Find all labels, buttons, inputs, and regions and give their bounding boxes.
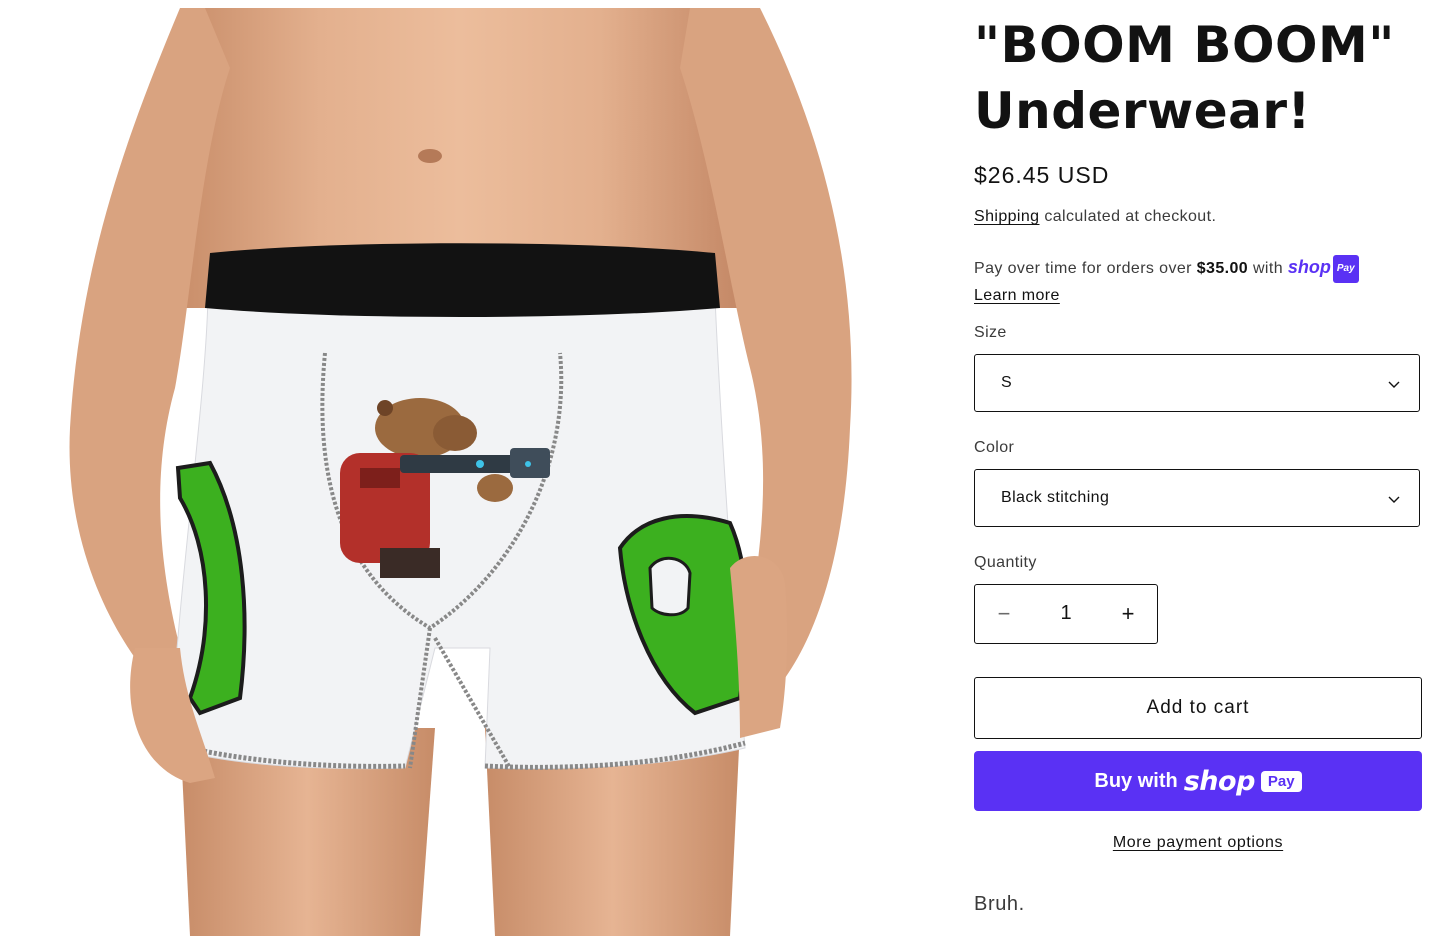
shipping-note: Shipping calculated at checkout. [974, 208, 1216, 226]
increase-quantity-button[interactable]: + [1099, 585, 1157, 643]
navel [418, 149, 442, 163]
size-label: Size [974, 324, 1007, 341]
quantity-label: Quantity [974, 554, 1037, 571]
more-payment-options-link[interactable]: More payment options [1113, 834, 1283, 851]
color-select[interactable]: Black stitching [974, 469, 1420, 527]
color-value: Black stitching [1001, 489, 1110, 506]
product-price: $26.45 USD [974, 162, 1110, 188]
size-select[interactable]: S [974, 354, 1420, 412]
product-description: Bruh. [974, 893, 1025, 915]
chevron-down-icon [1388, 381, 1400, 388]
installments-banner: Pay over time for orders over $35.00 wit… [974, 254, 1422, 309]
product-image[interactable] [40, 8, 882, 936]
installments-amount: $35.00 [1196, 260, 1249, 277]
buy-with-text: Buy with [1094, 769, 1178, 792]
shipping-link[interactable]: Shipping [974, 208, 1039, 225]
more-payment-options: More payment options [974, 834, 1422, 852]
learn-more-link[interactable]: Learn more [974, 287, 1060, 304]
product-title-line1: "BOOM BOOM" [974, 16, 1395, 74]
buy-with-shop-pay-button[interactable]: Buy with shop Pay [974, 751, 1422, 811]
product-title: "BOOM BOOM" Underwear! [974, 12, 1444, 144]
quantity-stepper: − 1 + [974, 584, 1158, 644]
product-photo [69, 8, 852, 936]
quantity-input[interactable]: 1 [1033, 602, 1099, 625]
installments-suffix: with [1248, 260, 1288, 277]
pay-badge: Pay [1260, 770, 1302, 792]
installments-prefix: Pay over time for orders over [974, 260, 1197, 277]
product-title-line2: Underwear! [974, 82, 1311, 140]
shop-logo-text: shop [1183, 765, 1256, 797]
letter-hole [648, 557, 692, 617]
size-value: S [1001, 374, 1013, 391]
add-to-cart-button[interactable]: Add to cart [974, 677, 1422, 739]
decrease-quantity-button[interactable]: − [975, 585, 1033, 643]
shop-pay-logo: shop Pay [1287, 255, 1359, 283]
color-label: Color [974, 439, 1015, 456]
pay-badge: Pay [1332, 255, 1359, 283]
waistband [205, 243, 720, 317]
shipping-text: calculated at checkout. [1039, 208, 1217, 225]
shop-brand-text: shop [1287, 257, 1331, 277]
chevron-down-icon [1388, 496, 1400, 503]
